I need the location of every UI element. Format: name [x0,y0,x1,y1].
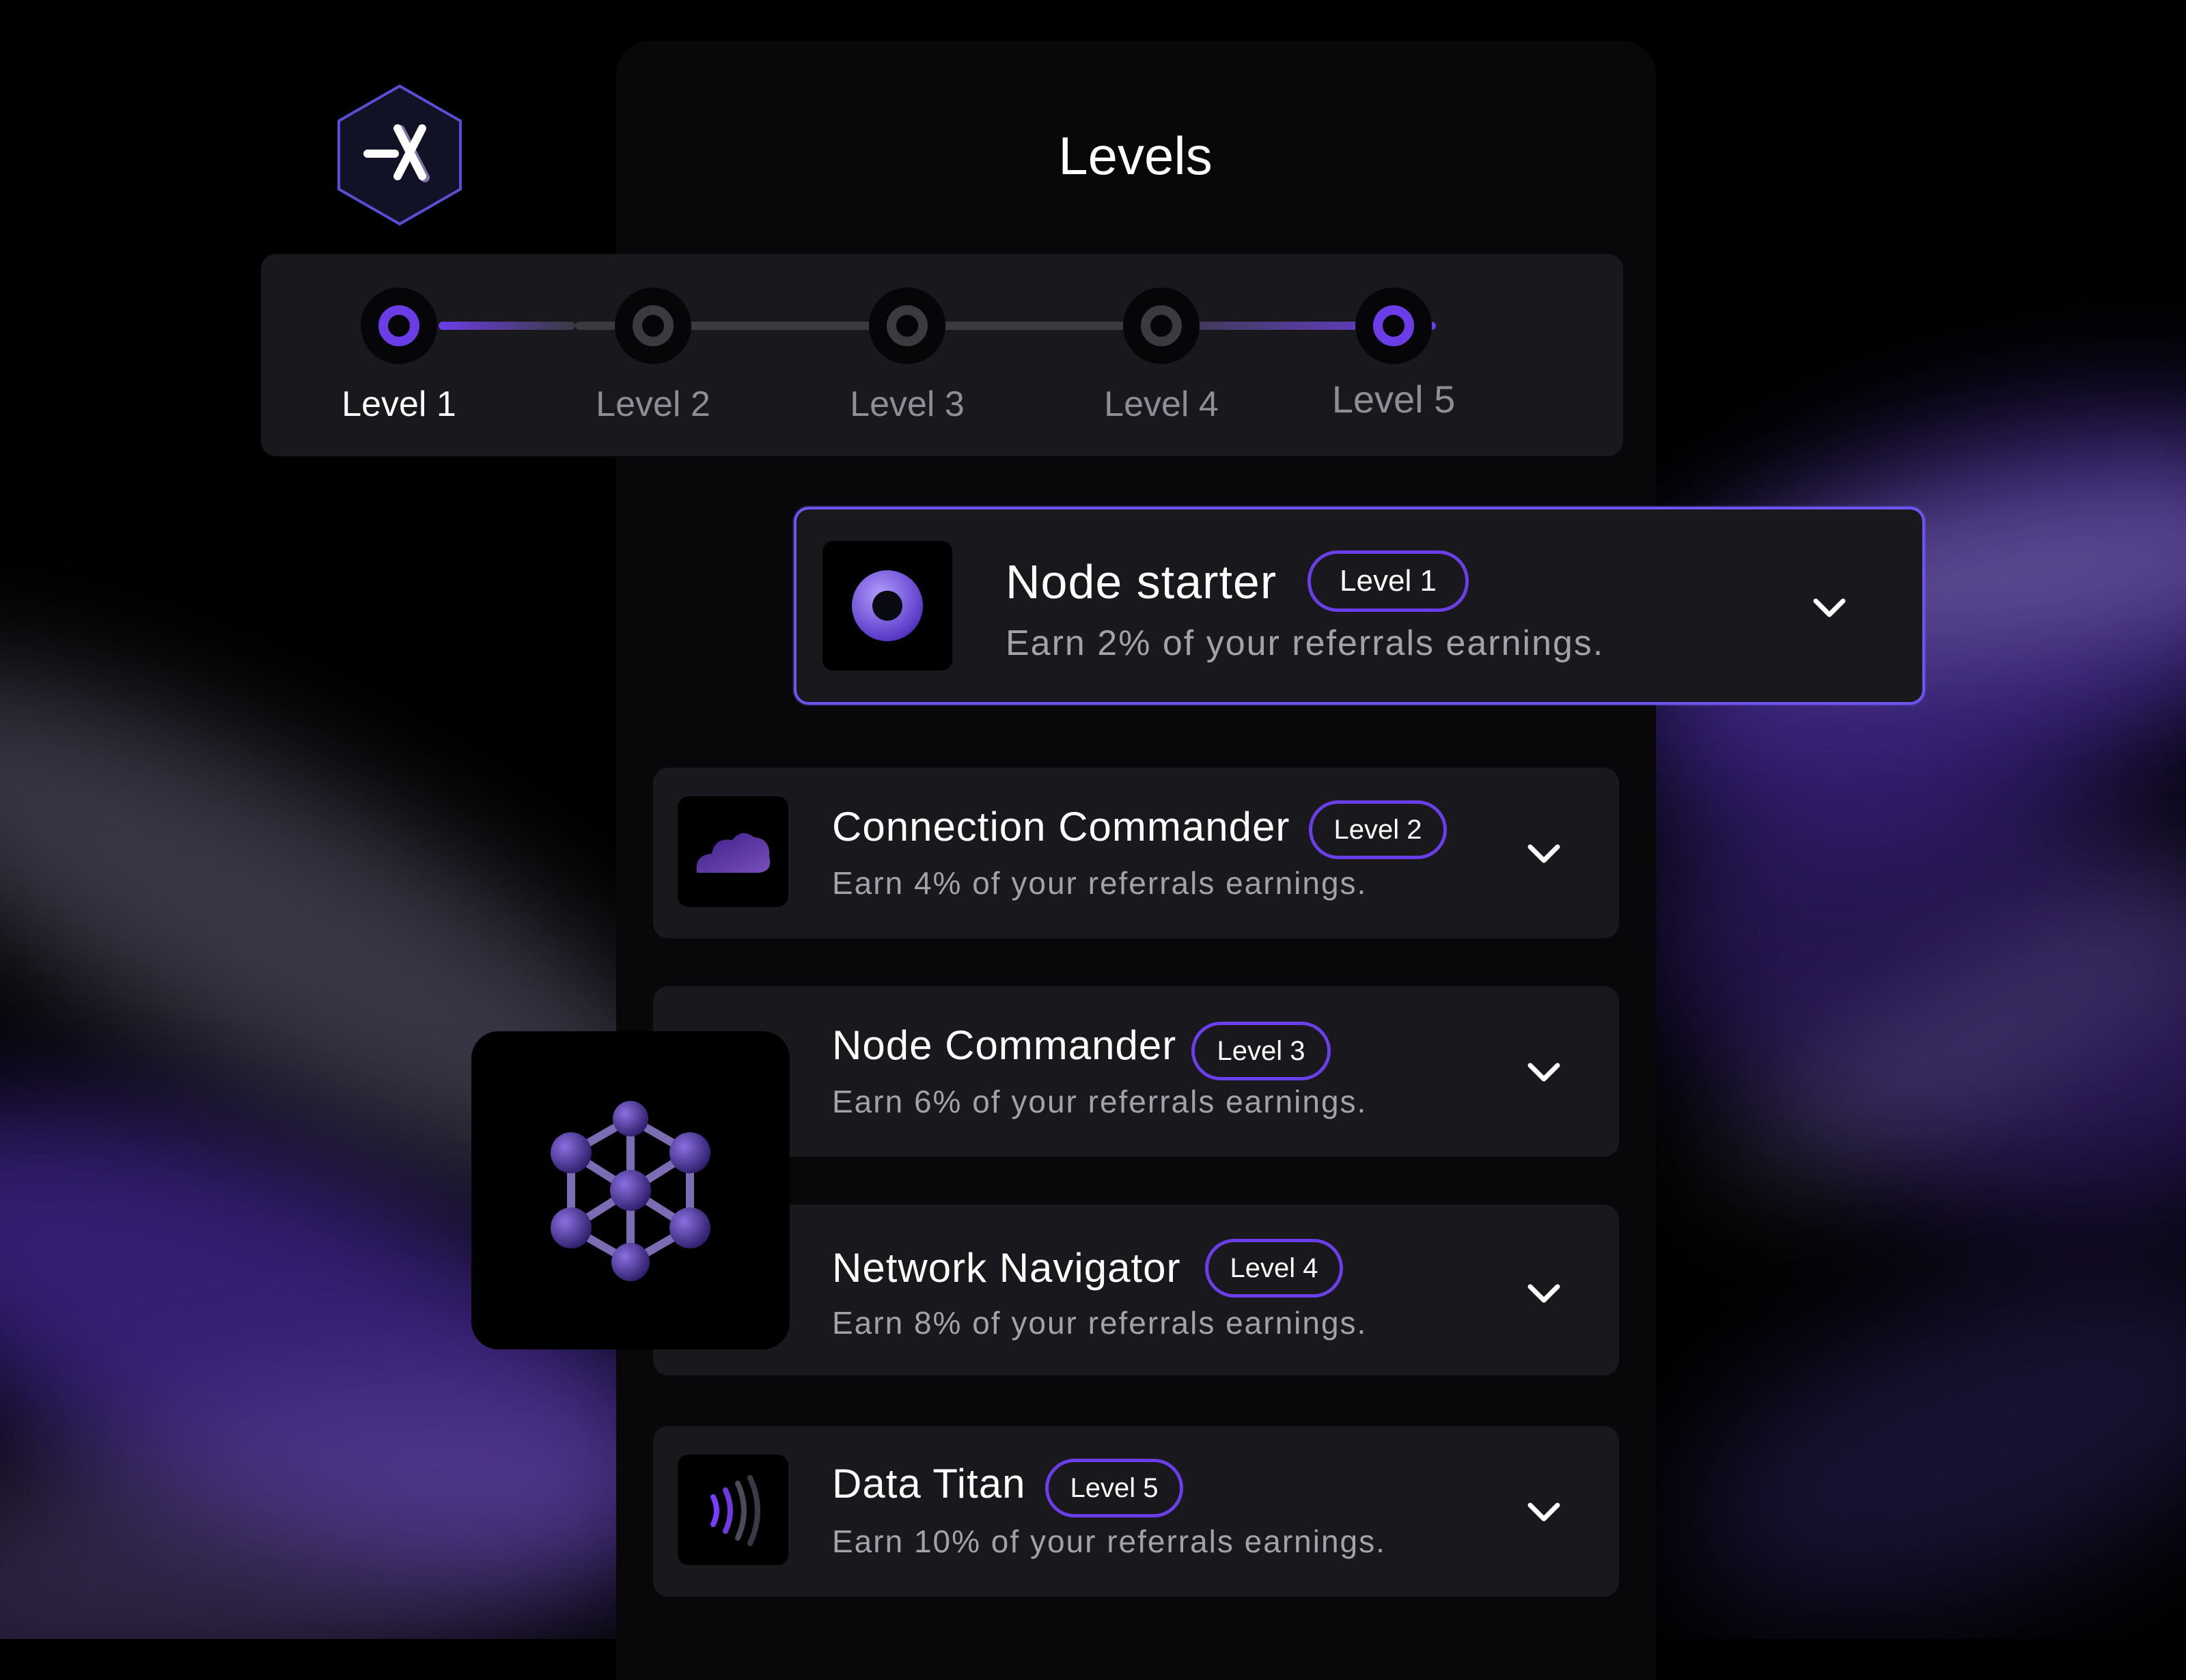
level-icon-tile [822,541,952,671]
level-badge: Level 1 [1308,550,1469,612]
level-title: Connection Commander [832,804,1290,850]
level-icon-tile [678,1455,788,1565]
step-dot-level-5[interactable] [1355,288,1432,364]
level-badge: Level 2 [1309,800,1447,859]
step-label-level-1[interactable]: Level 1 [317,384,481,425]
level-description: Earn 4% of your referrals earnings. [832,865,1368,901]
level-title: Network Navigator [832,1245,1181,1291]
node-network-icon [551,1101,710,1281]
step-dot-level-3[interactable] [869,288,945,364]
logo-icon [337,84,462,226]
step-dot-level-4[interactable] [1123,288,1200,364]
node-commander-tile [471,1031,790,1349]
chevron-down-icon[interactable] [1525,1060,1563,1084]
ring-icon [852,570,923,641]
level-description: Earn 8% of your referrals earnings. [832,1305,1368,1341]
level-card[interactable]: Data Titan Level 5 Earn 10% of your refe… [653,1426,1619,1597]
cloud-icon [696,832,771,873]
level-title: Node starter [1006,555,1277,608]
level-title: Data Titan [832,1461,1026,1507]
step-label-level-3[interactable]: Level 3 [825,384,989,425]
chevron-down-icon[interactable] [1525,1500,1563,1524]
step-dot-level-1[interactable] [361,288,437,364]
level-icon-tile [678,796,788,907]
signal-waves-icon [710,1475,760,1546]
level-description: Earn 2% of your referrals earnings. [1006,624,1605,663]
step-label-level-5[interactable]: Level 5 [1312,377,1476,421]
level-card[interactable]: Connection Commander Level 2 Earn 4% of … [653,768,1619,938]
level-badge: Level 4 [1205,1239,1343,1298]
level-card[interactable]: Node Commander Level 3 Earn 6% of your r… [653,986,1619,1157]
level-description: Earn 10% of your referrals earnings. [832,1524,1386,1559]
level-card-featured[interactable]: Node starter Level 1 Earn 2% of your ref… [794,507,1925,705]
level-description: Earn 6% of your referrals earnings. [832,1084,1368,1119]
chevron-down-icon[interactable] [1525,841,1563,866]
step-label-level-2[interactable]: Level 2 [571,384,735,425]
step-dot-level-2[interactable] [615,288,691,364]
step-label-level-4[interactable]: Level 4 [1079,384,1243,425]
stepper-track [439,322,575,330]
level-stepper: Level 1 Level 2 Level 3 Level 4 Level 5 [261,254,1623,456]
chevron-down-icon[interactable] [1810,596,1849,620]
chevron-down-icon[interactable] [1525,1281,1563,1306]
level-card[interactable]: Network Navigator Level 4 Earn 8% of you… [653,1205,1619,1375]
page-title: Levels [1058,126,1213,186]
level-badge: Level 5 [1045,1459,1183,1517]
level-title: Node Commander [832,1022,1177,1068]
level-badge: Level 3 [1191,1022,1331,1080]
